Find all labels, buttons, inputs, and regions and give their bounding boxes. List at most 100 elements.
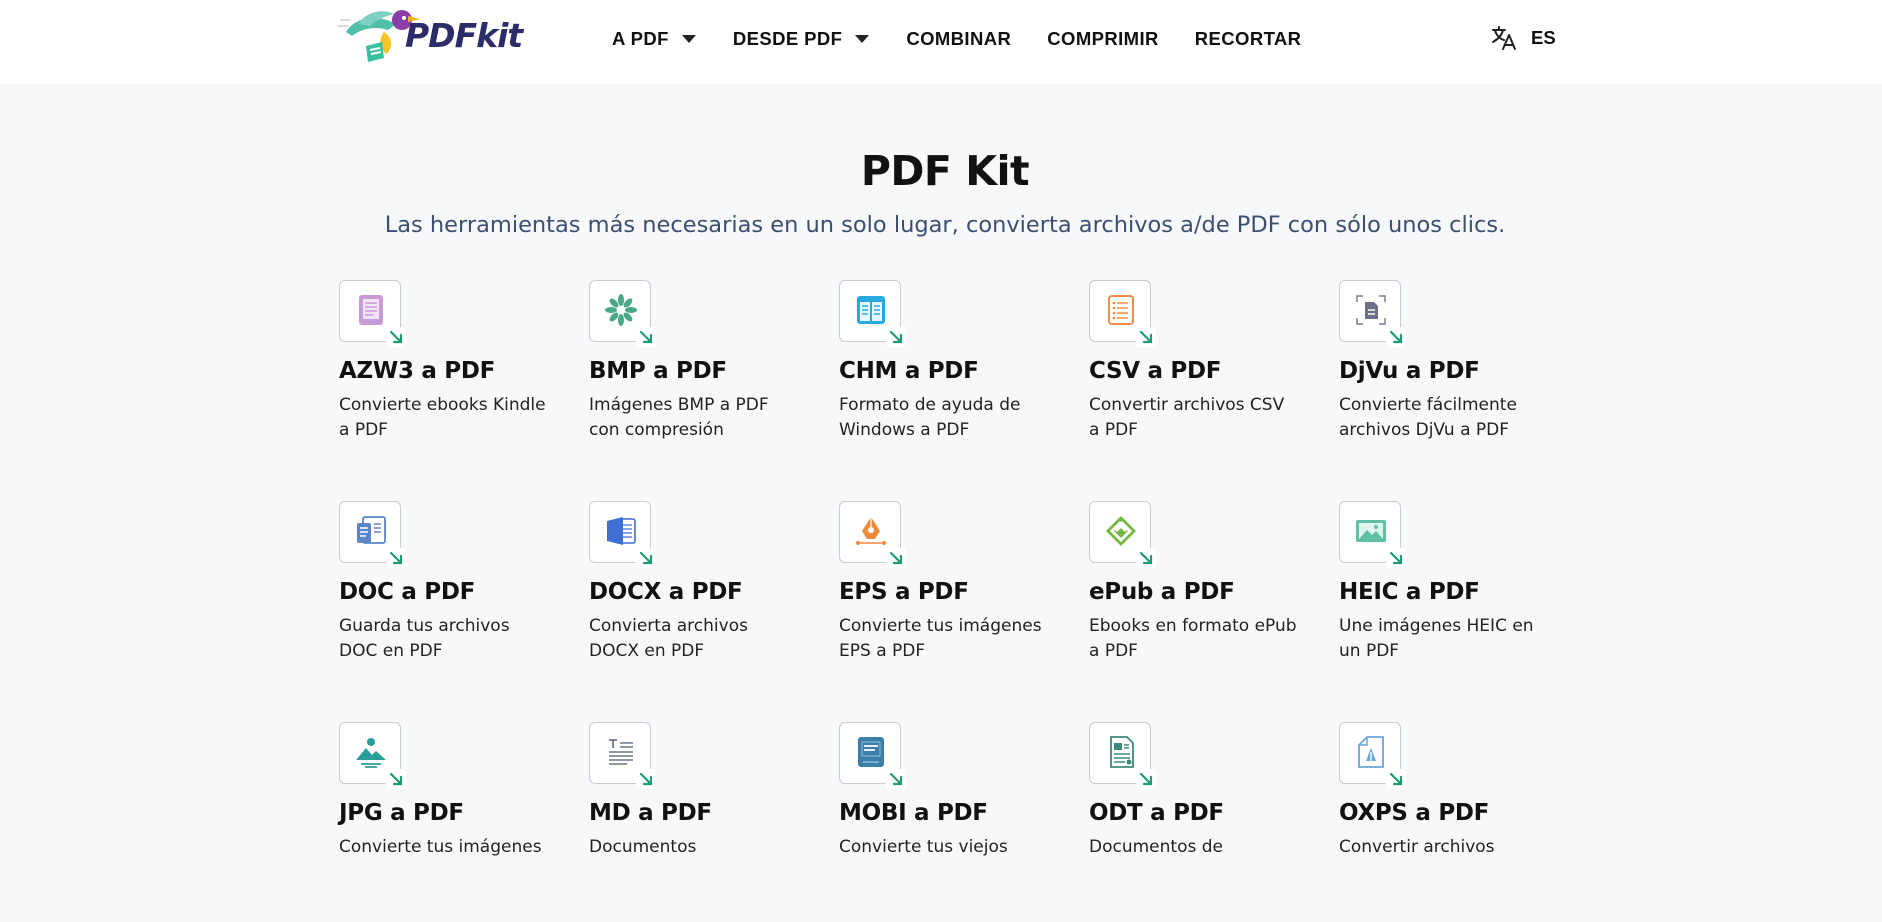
oxps-icon (1358, 736, 1384, 768)
tool-description: Convertir archivos (1339, 837, 1495, 857)
tool-card-bmp[interactable]: BMP a PDF Imágenes BMP a PDF con compres… (589, 280, 799, 480)
tool-title: OXPS a PDF (1339, 800, 1490, 826)
tool-card-djvu[interactable]: DjVu a PDF Convierte fácilmente archivos… (1339, 280, 1549, 480)
nav-desde-pdf[interactable]: DESDE PDF (733, 28, 870, 50)
tool-card-heic[interactable]: HEIC a PDF Une imágenes HEIC en un PDF (1339, 501, 1549, 701)
tool-title: ODT a PDF (1089, 800, 1224, 826)
doc-icon (357, 516, 386, 544)
tool-card-docx[interactable]: DOCX a PDF Convierta archivos DOCX en PD… (589, 501, 799, 701)
tool-icon-box (839, 501, 906, 568)
tool-icon-box (339, 280, 406, 347)
tool-description: Documentos de (1089, 837, 1223, 857)
tool-description: Formato de ayuda de Windows a PDF (839, 395, 1021, 440)
tool-card-chm[interactable]: CHM a PDF Formato de ayuda de Windows a … (839, 280, 1049, 480)
tool-description: Convierte tus imágenes EPS a PDF (839, 616, 1042, 661)
docx-icon (607, 517, 636, 545)
tool-card-csv[interactable]: CSV a PDF Convertir archivos CSV a PDF (1089, 280, 1299, 480)
nav-combinar-label: COMBINAR (906, 28, 1012, 49)
tool-icon-box (1339, 501, 1406, 568)
tool-title: DjVu a PDF (1339, 358, 1480, 384)
tool-title: HEIC a PDF (1339, 579, 1480, 605)
tool-title: JPG a PDF (339, 800, 464, 826)
tool-description: Guarda tus archivos DOC en PDF (339, 616, 510, 661)
tool-description: Documentos (589, 837, 697, 857)
arrow-down-right-icon (1136, 327, 1156, 347)
tool-icon-box (1089, 501, 1156, 568)
tool-card-epub[interactable]: ePub a PDF Ebooks en formato ePub a PDF (1089, 501, 1299, 701)
nav-comprimir[interactable]: COMPRIMIR (1047, 28, 1159, 50)
tool-title: MOBI a PDF (839, 800, 988, 826)
tool-description: Convierte fácilmente archivos DjVu a PDF (1339, 395, 1517, 440)
language-selector[interactable]: ES (1491, 25, 1556, 51)
tool-icon-box (589, 280, 656, 347)
tool-description: Convierte ebooks Kindle a PDF (339, 395, 546, 440)
tool-icon-box (1339, 722, 1406, 789)
tool-icon-box (339, 722, 406, 789)
jpg-icon (356, 738, 386, 768)
tool-title: CHM a PDF (839, 358, 979, 384)
arrow-down-right-icon (1136, 769, 1156, 789)
page-subtitle: Las herramientas más necesarias en un so… (384, 212, 1506, 238)
epub-icon (1106, 516, 1136, 546)
tool-icon-box (589, 722, 656, 789)
tool-icon-box (839, 722, 906, 789)
tool-icon-box (339, 501, 406, 568)
tool-description: Convertir archivos CSV a PDF (1089, 395, 1285, 440)
tool-icon-box (1089, 722, 1156, 789)
arrow-down-right-icon (886, 548, 906, 568)
nav-recortar-label: RECORTAR (1194, 28, 1302, 49)
nav-combinar[interactable]: COMBINAR (906, 28, 1011, 50)
arrow-down-right-icon (886, 327, 906, 347)
arrow-down-right-icon (386, 327, 406, 347)
md-icon (609, 739, 633, 765)
tool-card-azw3[interactable]: AZW3 a PDF Convierte ebooks Kindle a PDF (339, 280, 549, 480)
nav-recortar[interactable]: RECORTAR (1195, 28, 1302, 50)
tool-description: Ebooks en formato ePub a PDF (1089, 616, 1297, 661)
caret-down-icon (681, 35, 696, 43)
tool-card-eps[interactable]: EPS a PDF Convierte tus imágenes EPS a P… (839, 501, 1049, 701)
tool-card-odt[interactable]: ODT a PDF Documentos de (1089, 722, 1299, 922)
tool-description: Une imágenes HEIC en un PDF (1339, 616, 1534, 661)
tool-description: Convierte tus imágenes (339, 837, 542, 857)
caret-down-icon (855, 35, 870, 43)
main-nav: A PDF DESDE PDF COMBINAR COMPRIMIR RECOR… (612, 0, 1337, 78)
tool-title: DOC a PDF (339, 579, 476, 605)
heic-icon (1356, 520, 1386, 542)
tool-card-oxps[interactable]: OXPS a PDF Convertir archivos (1339, 722, 1549, 922)
site-header: PDFkit A PDF DESDE PDF COMBINAR COMPRIMI… (0, 0, 1882, 84)
arrow-down-right-icon (1136, 548, 1156, 568)
arrow-down-right-icon (1386, 327, 1406, 347)
tool-icon-box (1089, 280, 1156, 347)
language-code: ES (1531, 27, 1556, 48)
tool-title: AZW3 a PDF (339, 358, 496, 384)
nav-a-pdf-label: A PDF (612, 28, 669, 49)
bmp-icon (605, 294, 637, 326)
tool-description: Convierte tus viejos (839, 837, 1008, 857)
tool-icon-box (589, 501, 656, 568)
tool-title: EPS a PDF (839, 579, 969, 605)
arrow-down-right-icon (1386, 769, 1406, 789)
tools-grid: AZW3 a PDF Convierte ebooks Kindle a PDF (339, 280, 1579, 880)
arrow-down-right-icon (636, 548, 656, 568)
page-title: PDF Kit (860, 147, 1030, 195)
tool-title: DOCX a PDF (589, 579, 743, 605)
arrow-down-right-icon (886, 769, 906, 789)
nav-comprimir-label: COMPRIMIR (1047, 28, 1159, 49)
tool-icon-box (839, 280, 906, 347)
odt-icon (1110, 736, 1134, 768)
tool-card-jpg[interactable]: JPG a PDF Convierte tus imágenes (339, 722, 549, 922)
tool-title: BMP a PDF (589, 358, 727, 384)
arrow-down-right-icon (636, 769, 656, 789)
tool-description: Convierta archivos DOCX en PDF (589, 616, 748, 661)
eps-icon (856, 517, 886, 545)
tool-card-md[interactable]: MD a PDF Documentos (589, 722, 799, 922)
brand-name[interactable]: PDFkit (405, 16, 523, 55)
tool-card-doc[interactable]: DOC a PDF Guarda tus archivos DOC en PDF (339, 501, 549, 701)
tool-card-mobi[interactable]: MOBI a PDF Convierte tus viejos (839, 722, 1049, 922)
nav-a-pdf[interactable]: A PDF (612, 28, 697, 50)
nav-desde-pdf-label: DESDE PDF (732, 28, 843, 49)
djvu-icon (1356, 295, 1386, 325)
tool-title: ePub a PDF (1089, 579, 1235, 605)
mobi-icon (858, 737, 884, 767)
arrow-down-right-icon (636, 327, 656, 347)
